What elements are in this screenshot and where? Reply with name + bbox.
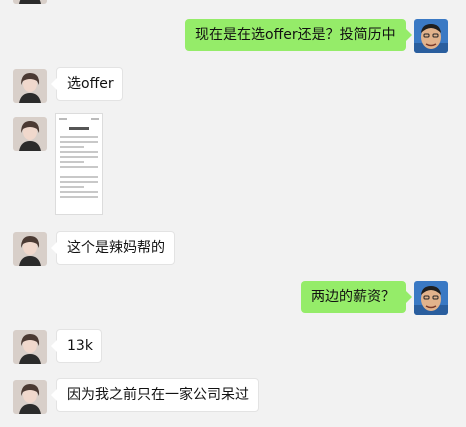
woman-avatar-icon	[13, 380, 47, 414]
message-text: 13k	[67, 338, 93, 354]
contact-avatar[interactable]	[13, 380, 47, 414]
contact-avatar[interactable]	[13, 232, 47, 266]
woman-avatar-icon	[13, 117, 47, 151]
message-bubble-incoming[interactable]: 因为我之前只在一家公司呆过	[51, 378, 259, 412]
man-avatar-icon	[414, 281, 448, 315]
woman-avatar-icon	[13, 0, 47, 4]
message-text: 两边的薪资？	[311, 289, 395, 305]
woman-avatar-icon	[13, 232, 47, 266]
man-avatar-icon	[414, 19, 448, 53]
contact-avatar[interactable]	[13, 330, 47, 364]
message-bubble-outgoing[interactable]: 现在是在选offer还是？投简历中	[185, 19, 412, 51]
message-bubble-incoming[interactable]: 这个是辣妈帮的	[51, 231, 175, 265]
image-message-thumbnail[interactable]	[55, 113, 103, 215]
my-avatar[interactable]	[414, 281, 448, 315]
message-text: 因为我之前只在一家公司呆过	[67, 387, 249, 403]
contact-avatar-partial[interactable]	[13, 0, 47, 4]
contact-avatar[interactable]	[13, 69, 47, 103]
woman-avatar-icon	[13, 330, 47, 364]
message-bubble-incoming[interactable]: 选offer	[51, 67, 123, 101]
my-avatar[interactable]	[414, 19, 448, 53]
message-text: 选offer	[67, 76, 114, 92]
chat-window: 现在是在选offer还是？投简历中 选offer 这个是辣妈帮的 两边的薪资？ …	[0, 0, 466, 427]
message-bubble-incoming[interactable]: 13k	[51, 329, 102, 363]
message-text: 这个是辣妈帮的	[67, 240, 165, 256]
contact-avatar[interactable]	[13, 117, 47, 151]
message-bubble-outgoing[interactable]: 两边的薪资？	[301, 281, 412, 313]
message-text: 现在是在选offer还是？投简历中	[195, 27, 396, 43]
woman-avatar-icon	[13, 69, 47, 103]
